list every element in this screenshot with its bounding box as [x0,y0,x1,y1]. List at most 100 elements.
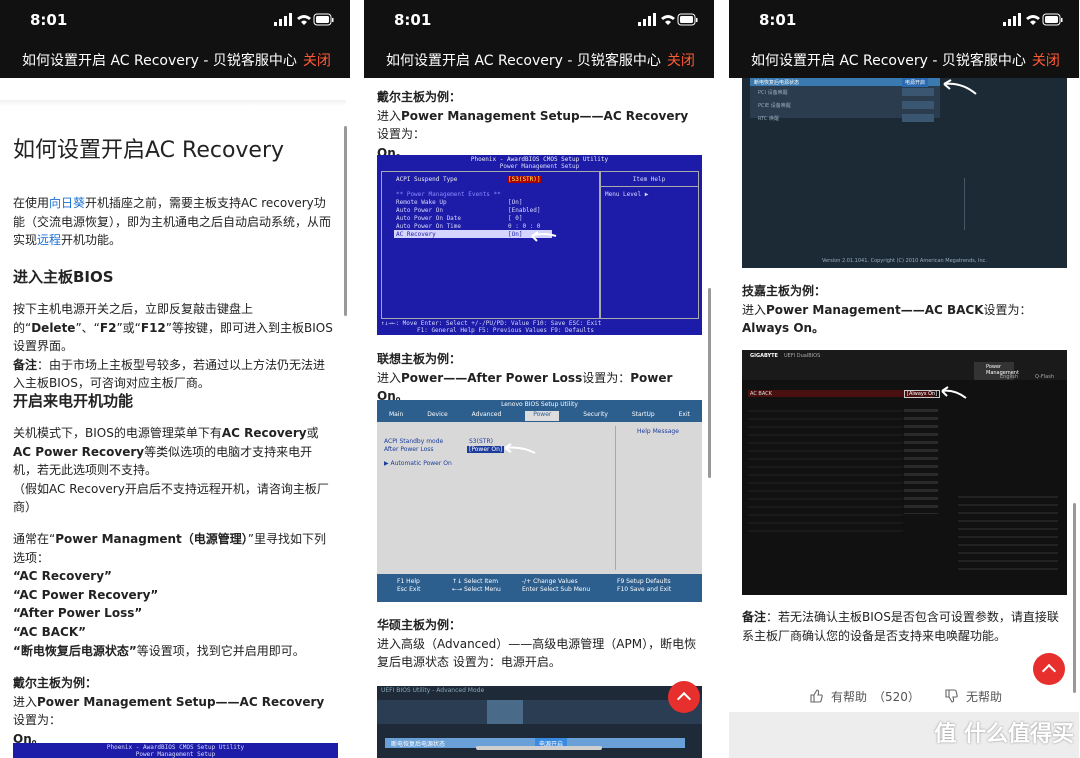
screenshot-panel-3: 8:01 如何设置开启 AC Recovery - 贝锐客服中心 关闭 断电恢复后… [729,0,1079,758]
key-delete: Delete [31,320,76,335]
key-f12: F12 [140,320,166,335]
bios-main-box: ACPI Suspend Type [S3(STR)] ** Power Man… [381,171,601,319]
bios-value: [ 0] [508,215,523,222]
ami-value-box [902,101,934,109]
lenovo-row: ACPI Standby mode [384,438,444,445]
unhelpful-button[interactable]: 无帮助 [944,688,1002,705]
asus-tab-advanced[interactable] [487,700,523,724]
article-content: 如何设置开启AC Recovery 在使用向日葵开机插座之前，需要主板支持AC … [0,78,350,758]
text: 关机模式下，BIOS的电源管理菜单下有 [13,426,222,440]
lenovo-key: -/+ Change Values [522,578,578,585]
helpful-count: （520） [873,690,920,704]
scrollbar[interactable] [344,126,347,316]
asus-row: 断电恢复后电源状态 [391,741,446,748]
bios-row-selected: AC Recovery [396,231,436,238]
asus-paragraph: 华硕主板为例： 进入高级（Advanced）——高级电源管理（APM），断电恢复… [377,616,699,672]
option-power-state: “断电恢复后电源状态” [13,643,137,658]
bios-row: ACPI Suspend Type [396,176,458,183]
status-time: 8:01 [30,11,68,29]
lenovo-help-title: Help Message [637,428,679,435]
ami-value-box [902,88,934,96]
tab-advanced[interactable]: Advanced [472,411,502,421]
tab-main[interactable]: Main [389,411,403,421]
lenovo-value: S3(STR) [469,438,493,445]
lenovo-paragraph: 联想主板为例： 进入Power——After Power Loss设置为：Pow… [377,350,699,406]
tab-exit[interactable]: Exit [679,411,690,421]
page-title: 如何设置开启 AC Recovery - 贝锐客服中心 [22,53,297,69]
asus-text: 进入高级（Advanced）——高级电源管理（APM），断电恢复后电源状态 设置… [377,636,697,670]
asus-title: UEFI BIOS Utility - Advanced Mode [381,687,485,694]
lenovo-row-selected: After Power Loss [384,446,434,453]
lenovo-key: Enter Select Sub Menu [522,586,591,593]
dell-path: Power Management Setup——AC Recovery [37,694,325,709]
text: 进入 [377,370,402,385]
text: 等设置项，找到它并启用即可。 [136,643,305,658]
bios-value: 0 : 0 : 0 [508,223,541,230]
asus-toolbar [377,700,702,724]
remote-link[interactable]: 远程 [37,233,61,247]
lenovo-heading: 联想主板为例： [377,352,462,366]
bold-ac-power-recovery: AC Power Recovery [13,444,145,459]
page-title-bar: 如何设置开启 AC Recovery - 贝锐客服中心 关闭 [364,40,714,78]
gigabyte-language[interactable]: English [1000,374,1018,380]
ami-bios-screenshot: 断电恢复后电源状态 电源开启 PCI 设备唤醒 PCIE 设备唤醒 RTC 唤醒… [742,78,1067,268]
tab-security[interactable]: Security [583,411,608,421]
bios-footer: F1: General Help F5: Previous Values F9:… [417,327,595,334]
lenovo-body: ACPI Standby mode S3(STR) After Power Lo… [377,422,702,574]
bios-value: [Enabled] [508,207,541,214]
section-heading-power-on: 开启来电开机功能 [13,392,134,410]
lenovo-bios-screenshot: Lenovo BIOS Setup Utility Main Device Ad… [377,400,702,602]
scrollbar[interactable] [1073,503,1076,693]
helpful-button[interactable]: 有帮助 （520） [809,688,920,705]
ami-value-box [902,114,934,122]
dell-path: Power Management Setup——AC Recovery [401,108,689,123]
scroll-to-top-button[interactable] [1033,653,1065,685]
ami-row-selected: 断电恢复后电源状态 [754,80,800,86]
tab-power[interactable]: Power [525,411,560,421]
article-content: 戴尔主板为例： 进入Power Management Setup——AC Rec… [364,78,714,758]
note-label: 备注 [742,610,767,624]
bios-row: Auto Power On [396,207,443,214]
gigabyte-paragraph: 技嘉主板为例： 进入Power Management——AC BACK设置为： A… [742,282,1064,338]
gigabyte-value: Always On。 [742,321,825,336]
arrow-annotation-icon [941,386,967,399]
scrollbar[interactable] [708,288,711,478]
bios-help-box: Item Help Menu Level ▶ [599,171,699,319]
close-link[interactable]: 关闭 [667,53,695,69]
tab-startup[interactable]: StartUp [632,411,655,421]
unhelpful-label: 无帮助 [966,690,1003,704]
page-title-bar: 如何设置开启 AC Recovery - 贝锐客服中心 关闭 [0,40,350,78]
scroll-to-top-button[interactable] [668,681,700,713]
arrow-annotation-icon [504,443,536,454]
screenshot-panel-2: 8:01 如何设置开启 AC Recovery - 贝锐客服中心 关闭 戴尔主板为… [364,0,714,758]
asus-heading: 华硕主板为例： [377,618,462,632]
text: 进入 [742,302,767,317]
gigabyte-settings-list [748,404,903,534]
dell-bios-screenshot: Phoenix - AwardBIOS CMOS Setup Utility P… [377,155,702,335]
status-bar: 8:01 [0,0,350,40]
bios-row: Remote Wake Up [396,199,447,206]
close-link[interactable]: 关闭 [1032,53,1060,69]
text: 或 [306,426,319,440]
hint-text: （假如AC Recovery开启后不支持远程开机，请咨询主板厂商） [13,481,329,515]
sunlogin-link[interactable]: 向日葵 [49,196,85,210]
lenovo-key: ↑↓ Select Item [452,578,499,585]
power-on-paragraph: 关机模式下，BIOS的电源管理菜单下有AC Recovery或 AC Power … [13,424,335,517]
lenovo-main-pane: ACPI Standby mode S3(STR) After Power Lo… [379,426,613,570]
text: 设置为： [377,127,426,142]
thumbs-up-icon [810,689,823,703]
tab-device[interactable]: Device [427,411,448,421]
gigabyte-path: Power Management——AC BACK [766,302,984,317]
bios-footer: ↑↓→←: Move Enter: Select +/-/PU/PD: Valu… [381,320,602,327]
status-bar: 8:01 [364,0,714,40]
page-title: 如何设置开启 AC Recovery - 贝锐客服中心 [386,53,661,69]
close-link[interactable]: 关闭 [303,53,331,69]
gigabyte-qflash[interactable]: Q-Flash [1035,374,1054,380]
option-after-power-loss: “After Power Loss” [13,606,143,621]
ami-row: RTC 唤醒 [758,116,779,122]
option-ac-power-recovery: “AC Power Recovery” [13,587,159,602]
lenovo-help-pane: Help Message [615,426,700,570]
bios-title: Phoenix - AwardBIOS CMOS Setup Utility [106,744,245,751]
lenovo-key: ←→ Select Menu [452,586,501,593]
text: 进入 [13,694,38,709]
